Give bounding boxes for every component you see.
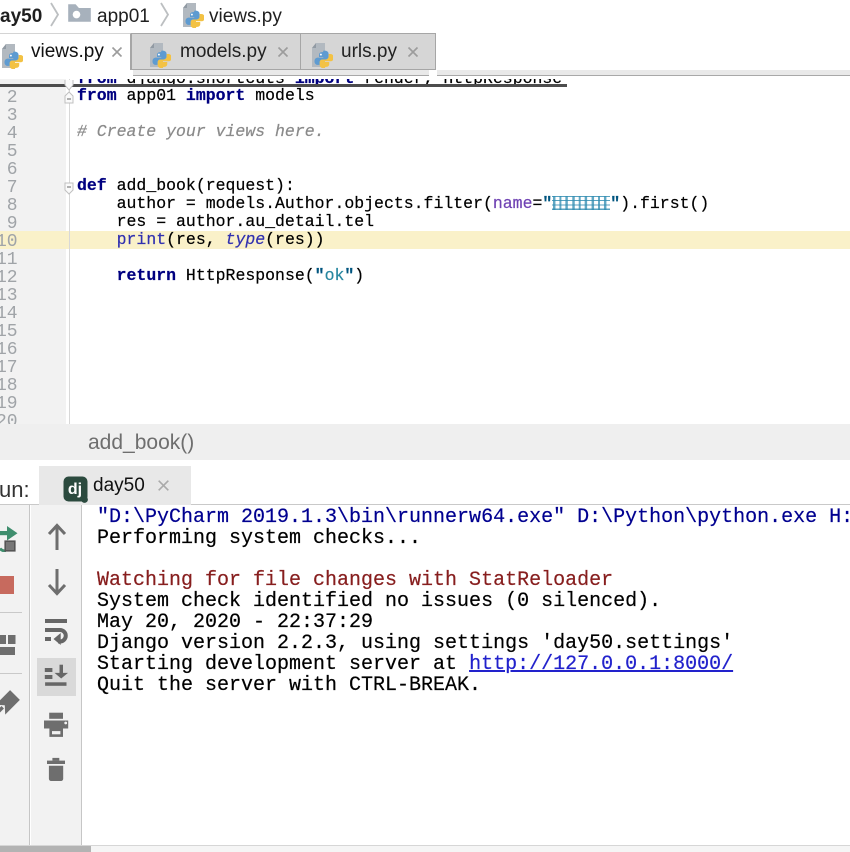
svg-text:dj: dj: [68, 481, 82, 498]
